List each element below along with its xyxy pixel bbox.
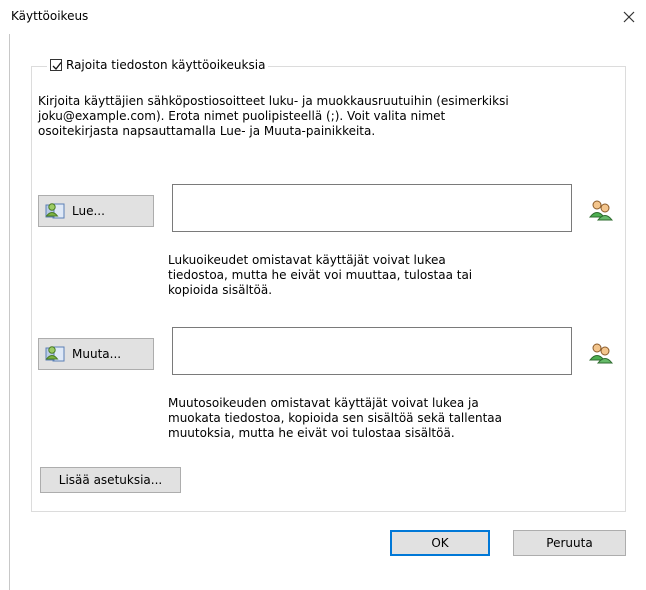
restrict-permission-toggle[interactable]: Rajoita tiedoston käyttöoikeuksia <box>47 58 269 72</box>
ok-button[interactable]: OK <box>390 530 490 556</box>
change-button[interactable]: Muuta... <box>38 338 154 370</box>
read-address-book-icon[interactable] <box>588 197 614 223</box>
permission-dialog: Käyttöoikeus Rajoita tiedoston käyttöoik… <box>0 0 646 590</box>
more-options-button[interactable]: Lisää asetuksia... <box>40 467 181 493</box>
change-users-input[interactable] <box>173 328 571 374</box>
address-book-icon <box>44 344 66 364</box>
change-address-book-icon[interactable] <box>588 340 614 366</box>
read-users-input[interactable] <box>173 185 571 231</box>
read-help-text: Lukuoikeudet omistavat käyttäjät voivat … <box>168 253 473 297</box>
window-border <box>9 34 10 590</box>
restrict-label: Rajoita tiedoston käyttöoikeuksia <box>66 58 266 72</box>
window-title: Käyttöoikeus <box>11 9 89 23</box>
close-icon[interactable] <box>618 6 640 28</box>
checkmark-icon <box>52 62 62 70</box>
change-users-field[interactable] <box>172 327 572 375</box>
read-button[interactable]: Lue... <box>38 195 154 227</box>
restrict-checkbox[interactable] <box>50 59 62 71</box>
change-button-label: Muuta... <box>72 347 122 361</box>
cancel-button[interactable]: Peruuta <box>513 530 626 556</box>
instructions-text: Kirjoita käyttäjien sähköpostiosoitteet … <box>38 94 509 138</box>
read-users-field[interactable] <box>172 184 572 232</box>
read-button-label: Lue... <box>72 204 105 218</box>
change-help-text: Muutosoikeuden omistavat käyttäjät voiva… <box>168 396 503 440</box>
address-book-icon <box>44 201 66 221</box>
